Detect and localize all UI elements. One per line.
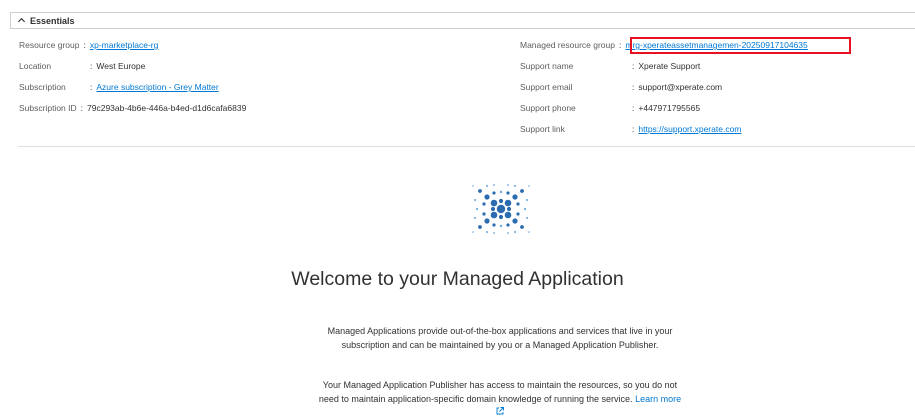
essentials-title: Essentials bbox=[30, 15, 75, 26]
prop-location: Location : West Europe bbox=[19, 61, 145, 72]
prop-support-email: Support email : support@xperate.com bbox=[520, 82, 722, 93]
welcome-title: Welcome to your Managed Application bbox=[291, 268, 624, 290]
support-phone-label: Support phone bbox=[520, 103, 576, 113]
separator: : bbox=[90, 82, 93, 92]
essentials-toggle[interactable]: Essentials bbox=[10, 12, 915, 29]
location-value: West Europe bbox=[96, 61, 146, 71]
divider bbox=[18, 146, 915, 147]
resource-group-label: Resource group bbox=[19, 40, 80, 50]
support-link[interactable]: https://support.xperate.com bbox=[638, 124, 741, 135]
description-line: Managed Applications provide out-of-the-… bbox=[327, 326, 673, 336]
description-line: Your Managed Application Publisher has a… bbox=[322, 380, 678, 390]
highlight-box bbox=[630, 37, 851, 54]
managed-resource-group-label: Managed resource group bbox=[520, 40, 615, 50]
external-link-icon[interactable] bbox=[495, 406, 505, 416]
separator: : bbox=[83, 40, 86, 50]
subscription-link[interactable]: Azure subscription - Grey Matter bbox=[96, 82, 218, 93]
location-label: Location bbox=[19, 61, 52, 71]
prop-support-name: Support name : Xperate Support bbox=[520, 61, 700, 72]
chevron-up-icon bbox=[17, 16, 27, 25]
description-line: subscription and can be maintained by yo… bbox=[341, 340, 659, 350]
prop-subscription-id: Subscription ID : 79c293ab-4b6e-446a-b4e… bbox=[19, 103, 246, 114]
prop-subscription: Subscription : Azure subscription - Grey… bbox=[19, 82, 219, 93]
separator: : bbox=[90, 61, 93, 71]
subscription-id-label: Subscription ID bbox=[19, 103, 77, 113]
separator: : bbox=[80, 103, 84, 113]
prop-support-link: Support link : https://support.xperate.c… bbox=[520, 124, 741, 135]
support-phone-value: +447971795565 bbox=[638, 103, 701, 113]
separator: : bbox=[632, 124, 635, 134]
support-name-value: Xperate Support bbox=[638, 61, 701, 71]
separator: : bbox=[632, 82, 635, 92]
resource-group-link[interactable]: xp-marketplace-rg bbox=[90, 40, 159, 51]
description-line: need to maintain application-specific do… bbox=[318, 394, 633, 404]
support-email-value: support@xperate.com bbox=[638, 82, 723, 92]
description-paragraph-1: Managed Applications provide out-of-the-… bbox=[260, 324, 740, 352]
separator: : bbox=[632, 61, 635, 71]
separator: : bbox=[632, 103, 635, 113]
prop-support-phone: Support phone : +447971795565 bbox=[520, 103, 700, 114]
prop-resource-group: Resource group : xp-marketplace-rg bbox=[19, 40, 158, 51]
support-name-label: Support name bbox=[520, 61, 574, 71]
description-paragraph-2: Your Managed Application Publisher has a… bbox=[260, 378, 740, 406]
support-email-label: Support email bbox=[520, 82, 573, 92]
subscription-label: Subscription bbox=[19, 82, 66, 92]
learn-more-link[interactable]: Learn more bbox=[635, 394, 681, 404]
support-link-label: Support link bbox=[520, 124, 565, 134]
separator: : bbox=[618, 40, 622, 50]
managed-app-logo bbox=[472, 184, 530, 234]
subscription-id-value: 79c293ab-4b6e-446a-b4ed-d1d6cafa6839 bbox=[87, 103, 247, 113]
